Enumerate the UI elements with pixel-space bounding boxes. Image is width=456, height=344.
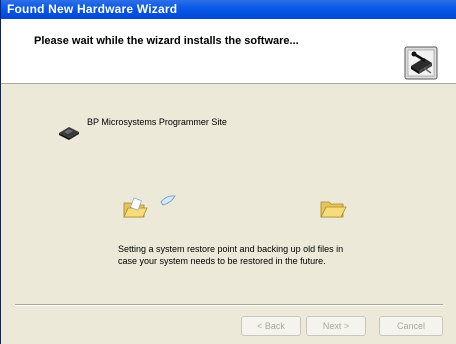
- device-name: BP Microsystems Programmer Site: [87, 117, 227, 127]
- destination-folder-icon: [320, 201, 347, 218]
- status-line: case your system needs to be restored in…: [118, 256, 326, 266]
- status-message: Setting a system restore point and backi…: [118, 243, 378, 267]
- hardware-wizard-icon: [404, 46, 438, 80]
- header-title: Please wait while the wizard installs th…: [34, 35, 299, 47]
- status-line: Setting a system restore point and backi…: [118, 244, 344, 254]
- wizard-window: Found New Hardware Wizard Please wait wh…: [0, 0, 456, 344]
- source-folder-icon: [123, 197, 148, 218]
- window-title: Found New Hardware Wizard: [7, 2, 178, 16]
- hardware-device-icon: [59, 127, 79, 140]
- separator: [15, 304, 443, 306]
- title-bar[interactable]: Found New Hardware Wizard: [1, 0, 456, 19]
- next-button[interactable]: Next >: [306, 316, 366, 336]
- cancel-button[interactable]: Cancel: [379, 316, 443, 336]
- flying-document-icon: [160, 195, 176, 206]
- back-button[interactable]: < Back: [241, 316, 301, 336]
- wizard-header: Please wait while the wizard installs th…: [1, 19, 456, 84]
